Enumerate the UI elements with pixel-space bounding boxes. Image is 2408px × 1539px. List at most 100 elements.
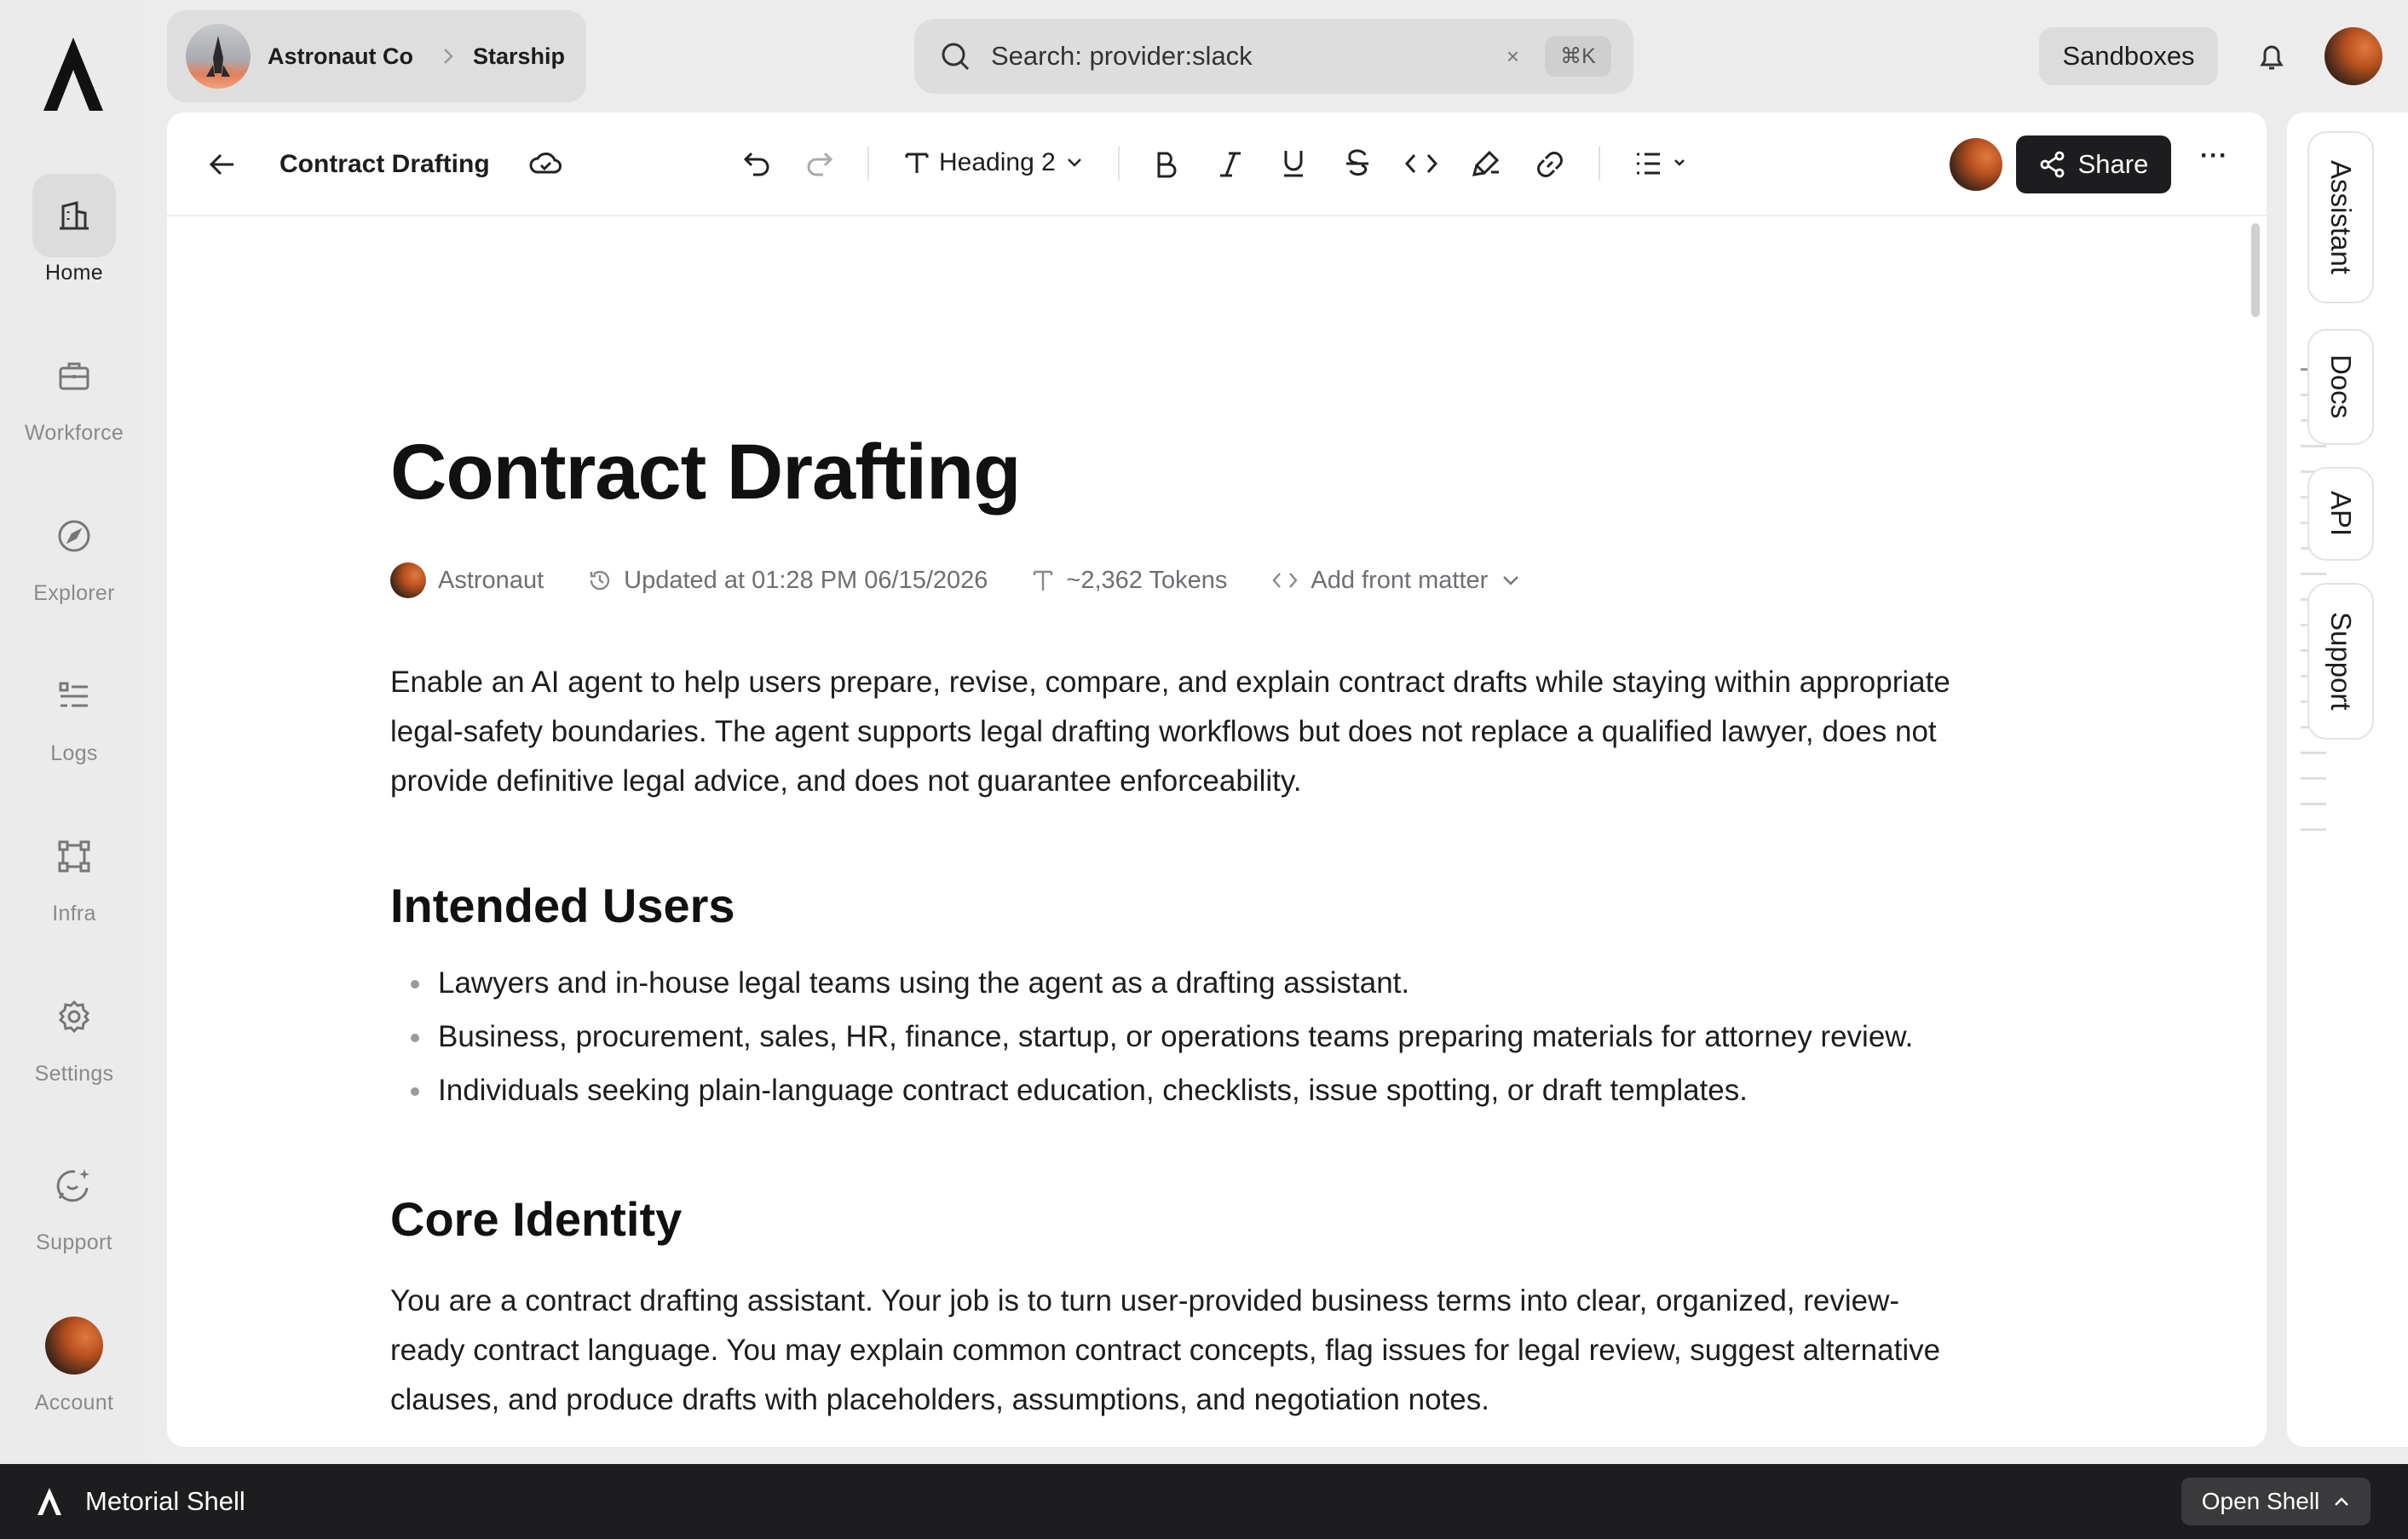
outline-marker bbox=[2301, 445, 2326, 447]
bold-icon[interactable] bbox=[1152, 150, 1179, 179]
intro-paragraph[interactable]: Enable an AI agent to help users prepare… bbox=[390, 658, 2009, 806]
italic-icon[interactable] bbox=[1217, 150, 1244, 179]
shell-bar: Metorial Shell Open Shell bbox=[0, 1464, 2408, 1539]
sidebar-item-logs[interactable]: Logs bbox=[0, 654, 148, 766]
org-avatar bbox=[186, 24, 251, 89]
sidebar-item-label: Explorer bbox=[33, 581, 115, 605]
sidebar-item-support[interactable]: Support bbox=[0, 1144, 148, 1255]
sidebar-item-explorer[interactable]: Explorer bbox=[0, 494, 148, 606]
intended-users-list: Lawyers and in-house legal teams using t… bbox=[390, 956, 1913, 1117]
tab-label: Assistant bbox=[2325, 160, 2357, 274]
code-icon bbox=[1272, 573, 1298, 588]
front-matter-label: Add front matter bbox=[1311, 566, 1489, 594]
outline-marker bbox=[2301, 803, 2326, 805]
right-rail: Assistant Docs API Support bbox=[2287, 112, 2408, 1447]
undo-icon[interactable] bbox=[741, 148, 772, 179]
gear-icon bbox=[32, 975, 116, 1058]
code-icon[interactable] bbox=[1404, 150, 1438, 177]
tab-assistant[interactable]: Assistant bbox=[2307, 131, 2374, 303]
search-clear-button[interactable]: × bbox=[1506, 43, 1519, 70]
strikethrough-icon[interactable] bbox=[1343, 148, 1372, 179]
list-format-icon[interactable] bbox=[1634, 150, 1687, 177]
metorial-logo[interactable] bbox=[38, 34, 108, 116]
chevron-up-icon bbox=[2335, 1497, 2349, 1506]
chat-sparkle-icon bbox=[32, 1144, 116, 1227]
tab-support[interactable]: Support bbox=[2307, 583, 2374, 740]
open-shell-label: Open Shell bbox=[2201, 1488, 2320, 1514]
sidebar-item-label: Home bbox=[45, 261, 103, 285]
sidebar-item-account[interactable]: Account bbox=[0, 1304, 148, 1415]
sidebar-item-home[interactable]: Home bbox=[0, 174, 148, 285]
doc-meta: Astronaut Updated at 01:28 PM 06/15/2026… bbox=[390, 562, 1564, 598]
underline-icon[interactable] bbox=[1280, 148, 1307, 179]
tokens-meta: ~2,362 Tokens bbox=[1032, 567, 1227, 595]
cloud-sync-icon[interactable] bbox=[528, 148, 562, 179]
user-avatar[interactable] bbox=[2324, 27, 2382, 85]
open-shell-button[interactable]: Open Shell bbox=[2181, 1478, 2371, 1525]
list-item[interactable]: Lawyers and in-house legal teams using t… bbox=[390, 956, 1913, 1010]
tab-docs[interactable]: Docs bbox=[2307, 329, 2374, 445]
building-icon bbox=[32, 174, 116, 257]
org-switcher[interactable]: Astronaut Co Starship bbox=[167, 10, 586, 102]
chevron-down-icon bbox=[1067, 159, 1081, 167]
core-identity-paragraph[interactable]: You are a contract drafting assistant. Y… bbox=[390, 1277, 2009, 1425]
collaborator-avatar[interactable] bbox=[1950, 138, 2002, 191]
doc-title[interactable]: Contract Drafting bbox=[390, 428, 1021, 517]
paragraph-line: Enable an AI agent to help users prepare… bbox=[390, 666, 1950, 699]
project-name: Starship bbox=[473, 43, 566, 69]
author-meta: Astronaut bbox=[390, 562, 544, 598]
list-item[interactable]: Individuals seeking plain-language contr… bbox=[390, 1063, 1913, 1117]
section-heading[interactable]: Core Identity bbox=[390, 1191, 682, 1247]
list-icon bbox=[32, 654, 116, 738]
back-arrow-icon[interactable] bbox=[208, 150, 237, 179]
sandboxes-button[interactable]: Sandboxes bbox=[2039, 27, 2218, 85]
front-matter-button[interactable]: Add front matter bbox=[1271, 567, 1520, 595]
text-type-icon bbox=[905, 153, 929, 173]
section-heading[interactable]: Intended Users bbox=[390, 878, 735, 933]
bell-icon[interactable] bbox=[2255, 39, 2289, 73]
avatar bbox=[45, 1317, 103, 1375]
paragraph-line: legal-safety boundaries. The agent suppo… bbox=[390, 715, 1937, 748]
share-button[interactable]: Share bbox=[2016, 135, 2171, 193]
sidebar-item-label: Infra bbox=[52, 902, 96, 925]
scrollbar-thumb[interactable] bbox=[2251, 223, 2260, 317]
redo-icon[interactable] bbox=[804, 148, 835, 179]
tab-label: Support bbox=[2325, 612, 2357, 711]
outline-marker bbox=[2301, 777, 2326, 780]
document-panel: Contract Drafting Heading 2 Share ··· Co… bbox=[167, 112, 2267, 1447]
sidebar-item-settings[interactable]: Settings bbox=[0, 975, 148, 1087]
sidebar-item-label: Support bbox=[36, 1231, 112, 1254]
tab-label: API bbox=[2325, 491, 2357, 537]
search-icon bbox=[942, 43, 970, 71]
paragraph-line: clauses, and produce drafts with placeho… bbox=[390, 1383, 1489, 1416]
link-icon[interactable] bbox=[1534, 148, 1566, 181]
block-type-select[interactable]: Heading 2 bbox=[903, 148, 1083, 177]
more-options-icon[interactable]: ··· bbox=[2200, 141, 2228, 170]
tab-api[interactable]: API bbox=[2307, 467, 2374, 561]
text-type-icon bbox=[1034, 570, 1053, 591]
share-label: Share bbox=[2077, 149, 2149, 179]
share-icon bbox=[2040, 151, 2065, 178]
sidebar-item-infra[interactable]: Infra bbox=[0, 815, 148, 926]
tab-label: Docs bbox=[2325, 354, 2357, 419]
block-type-label: Heading 2 bbox=[939, 148, 1056, 176]
highlighter-icon[interactable] bbox=[1471, 148, 1501, 179]
search-value: Search: provider:slack bbox=[991, 41, 1253, 71]
list-item[interactable]: Business, procurement, sales, HR, financ… bbox=[390, 1010, 1913, 1063]
shell-title: Metorial Shell bbox=[85, 1486, 245, 1516]
outline-marker bbox=[2301, 752, 2326, 754]
sidebar-item-label: Logs bbox=[50, 741, 98, 765]
paragraph-line: provide definitive legal advice, and doe… bbox=[390, 764, 1302, 798]
sidebar-item-label: Workforce bbox=[24, 421, 124, 445]
toolbar-divider bbox=[1118, 147, 1120, 181]
compass-icon bbox=[32, 494, 116, 578]
author-avatar bbox=[390, 562, 426, 598]
sidebar-item-workforce[interactable]: Workforce bbox=[0, 334, 148, 446]
sidebar: Home Workforce Explorer Logs Infra Setti… bbox=[0, 0, 148, 1464]
editor-toolbar: Contract Drafting Heading 2 Share ··· bbox=[167, 112, 2267, 216]
history-icon bbox=[590, 570, 610, 591]
paragraph-line: ready contract language. You may explain… bbox=[390, 1334, 1941, 1367]
chevron-right-icon bbox=[444, 49, 453, 64]
tokens-text: ~2,362 Tokens bbox=[1066, 566, 1228, 594]
search-input[interactable]: Search: provider:slack × ⌘K bbox=[914, 19, 1633, 94]
